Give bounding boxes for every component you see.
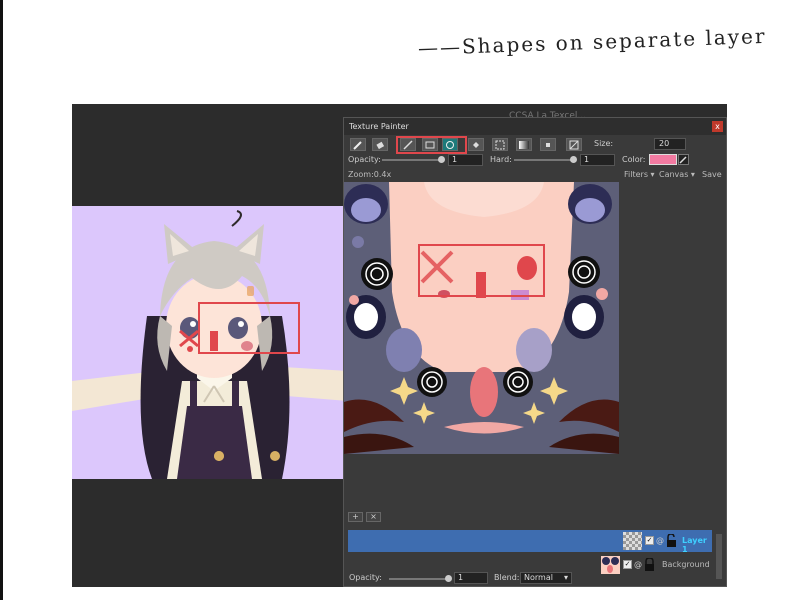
layer-name: Layer 1: [682, 536, 707, 554]
zoom-level: Zoom:0.4x: [348, 170, 392, 179]
unlock-icon[interactable]: [666, 533, 677, 547]
transform-icon: [569, 140, 579, 150]
opacity-label: Opacity:: [348, 155, 381, 164]
viewport-highlight-box: [198, 302, 300, 354]
hardness-slider-knob[interactable]: [570, 156, 577, 163]
brush-icon: [353, 141, 362, 150]
blend-mode-select[interactable]: Normal ▾: [520, 572, 572, 584]
3d-viewport[interactable]: [72, 206, 348, 479]
eraser-icon: [376, 141, 385, 150]
texture-canvas[interactable]: [344, 182, 619, 454]
app-window: CCSA La Texcel... Texture Painter x Size…: [72, 104, 727, 587]
layer-thumbnail: [623, 532, 642, 550]
window-title: Texture Painter: [349, 122, 409, 131]
window-titlebar[interactable]: Texture Painter x: [344, 118, 726, 135]
layer-opacity-slider[interactable]: [389, 575, 452, 582]
left-border: [0, 0, 3, 600]
hard-label: Hard:: [490, 155, 512, 164]
save-button[interactable]: Save: [702, 170, 722, 179]
texture-painter-window: Texture Painter x Size: 20 Opacity: 1 Ha…: [343, 117, 727, 587]
blend-label: Blend:: [494, 573, 520, 582]
layer-visibility-checkbox[interactable]: ✓: [645, 536, 654, 545]
blend-mode-value: Normal: [524, 573, 553, 582]
shape-tools-highlight: [396, 136, 467, 154]
eyedropper-button[interactable]: [678, 154, 689, 165]
eraser-tool-button[interactable]: [372, 138, 388, 151]
brush-settings-row: Opacity: 1 Hard: 1 Color:: [344, 153, 726, 167]
transform-tool-button[interactable]: [566, 138, 582, 151]
size-label: Size:: [594, 139, 614, 148]
stamp-icon: [546, 143, 550, 147]
color-label: Color:: [622, 155, 646, 164]
canvas-menu[interactable]: Canvas ▾: [659, 170, 695, 179]
selection-tool-button[interactable]: [492, 138, 508, 151]
link-icon: @: [634, 560, 642, 569]
layer-row-layer-1[interactable]: ✓ @ Layer 1: [348, 530, 712, 554]
canvas-highlight-box: [418, 244, 545, 297]
filters-menu[interactable]: Filters ▾: [624, 170, 655, 179]
gradient-icon: [519, 141, 529, 149]
layer-properties-row: Opacity: 1 Blend: Normal ▾: [344, 569, 727, 585]
stamp-tool-button[interactable]: [540, 138, 556, 151]
selection-icon: [495, 140, 505, 150]
uv-texture: [344, 182, 619, 454]
hardness-slider[interactable]: [514, 156, 577, 163]
tool-toolbar: Size: 20: [344, 136, 726, 154]
opacity-input[interactable]: 1: [448, 154, 483, 166]
size-input[interactable]: 20: [654, 138, 686, 150]
link-icon: @: [656, 536, 664, 545]
eyedropper-icon: [679, 156, 687, 164]
brush-tool-button[interactable]: [350, 138, 366, 151]
fill-icon: [473, 142, 479, 148]
hardness-input[interactable]: 1: [580, 154, 615, 166]
color-swatch[interactable]: [649, 154, 677, 165]
gradient-tool-button[interactable]: [516, 138, 532, 151]
remove-layer-button[interactable]: ×: [366, 512, 381, 522]
chevron-down-icon: ▾: [563, 573, 568, 582]
fill-tool-button[interactable]: [468, 138, 484, 151]
layer-opacity-knob[interactable]: [445, 575, 452, 582]
opacity-slider[interactable]: [382, 156, 445, 163]
caption: ——Shapes on separate layer: [417, 23, 767, 60]
add-layer-button[interactable]: +: [348, 512, 363, 522]
layer-visibility-checkbox[interactable]: ✓: [623, 560, 632, 569]
layer-opacity-input[interactable]: 1: [454, 572, 488, 584]
layer-name: Background: [662, 560, 710, 569]
opacity-slider-knob[interactable]: [438, 156, 445, 163]
canvas-bar: Zoom:0.4x Filters ▾ Canvas ▾ Save: [344, 169, 726, 181]
layer-opacity-label: Opacity:: [349, 573, 382, 582]
close-button[interactable]: x: [712, 121, 723, 132]
